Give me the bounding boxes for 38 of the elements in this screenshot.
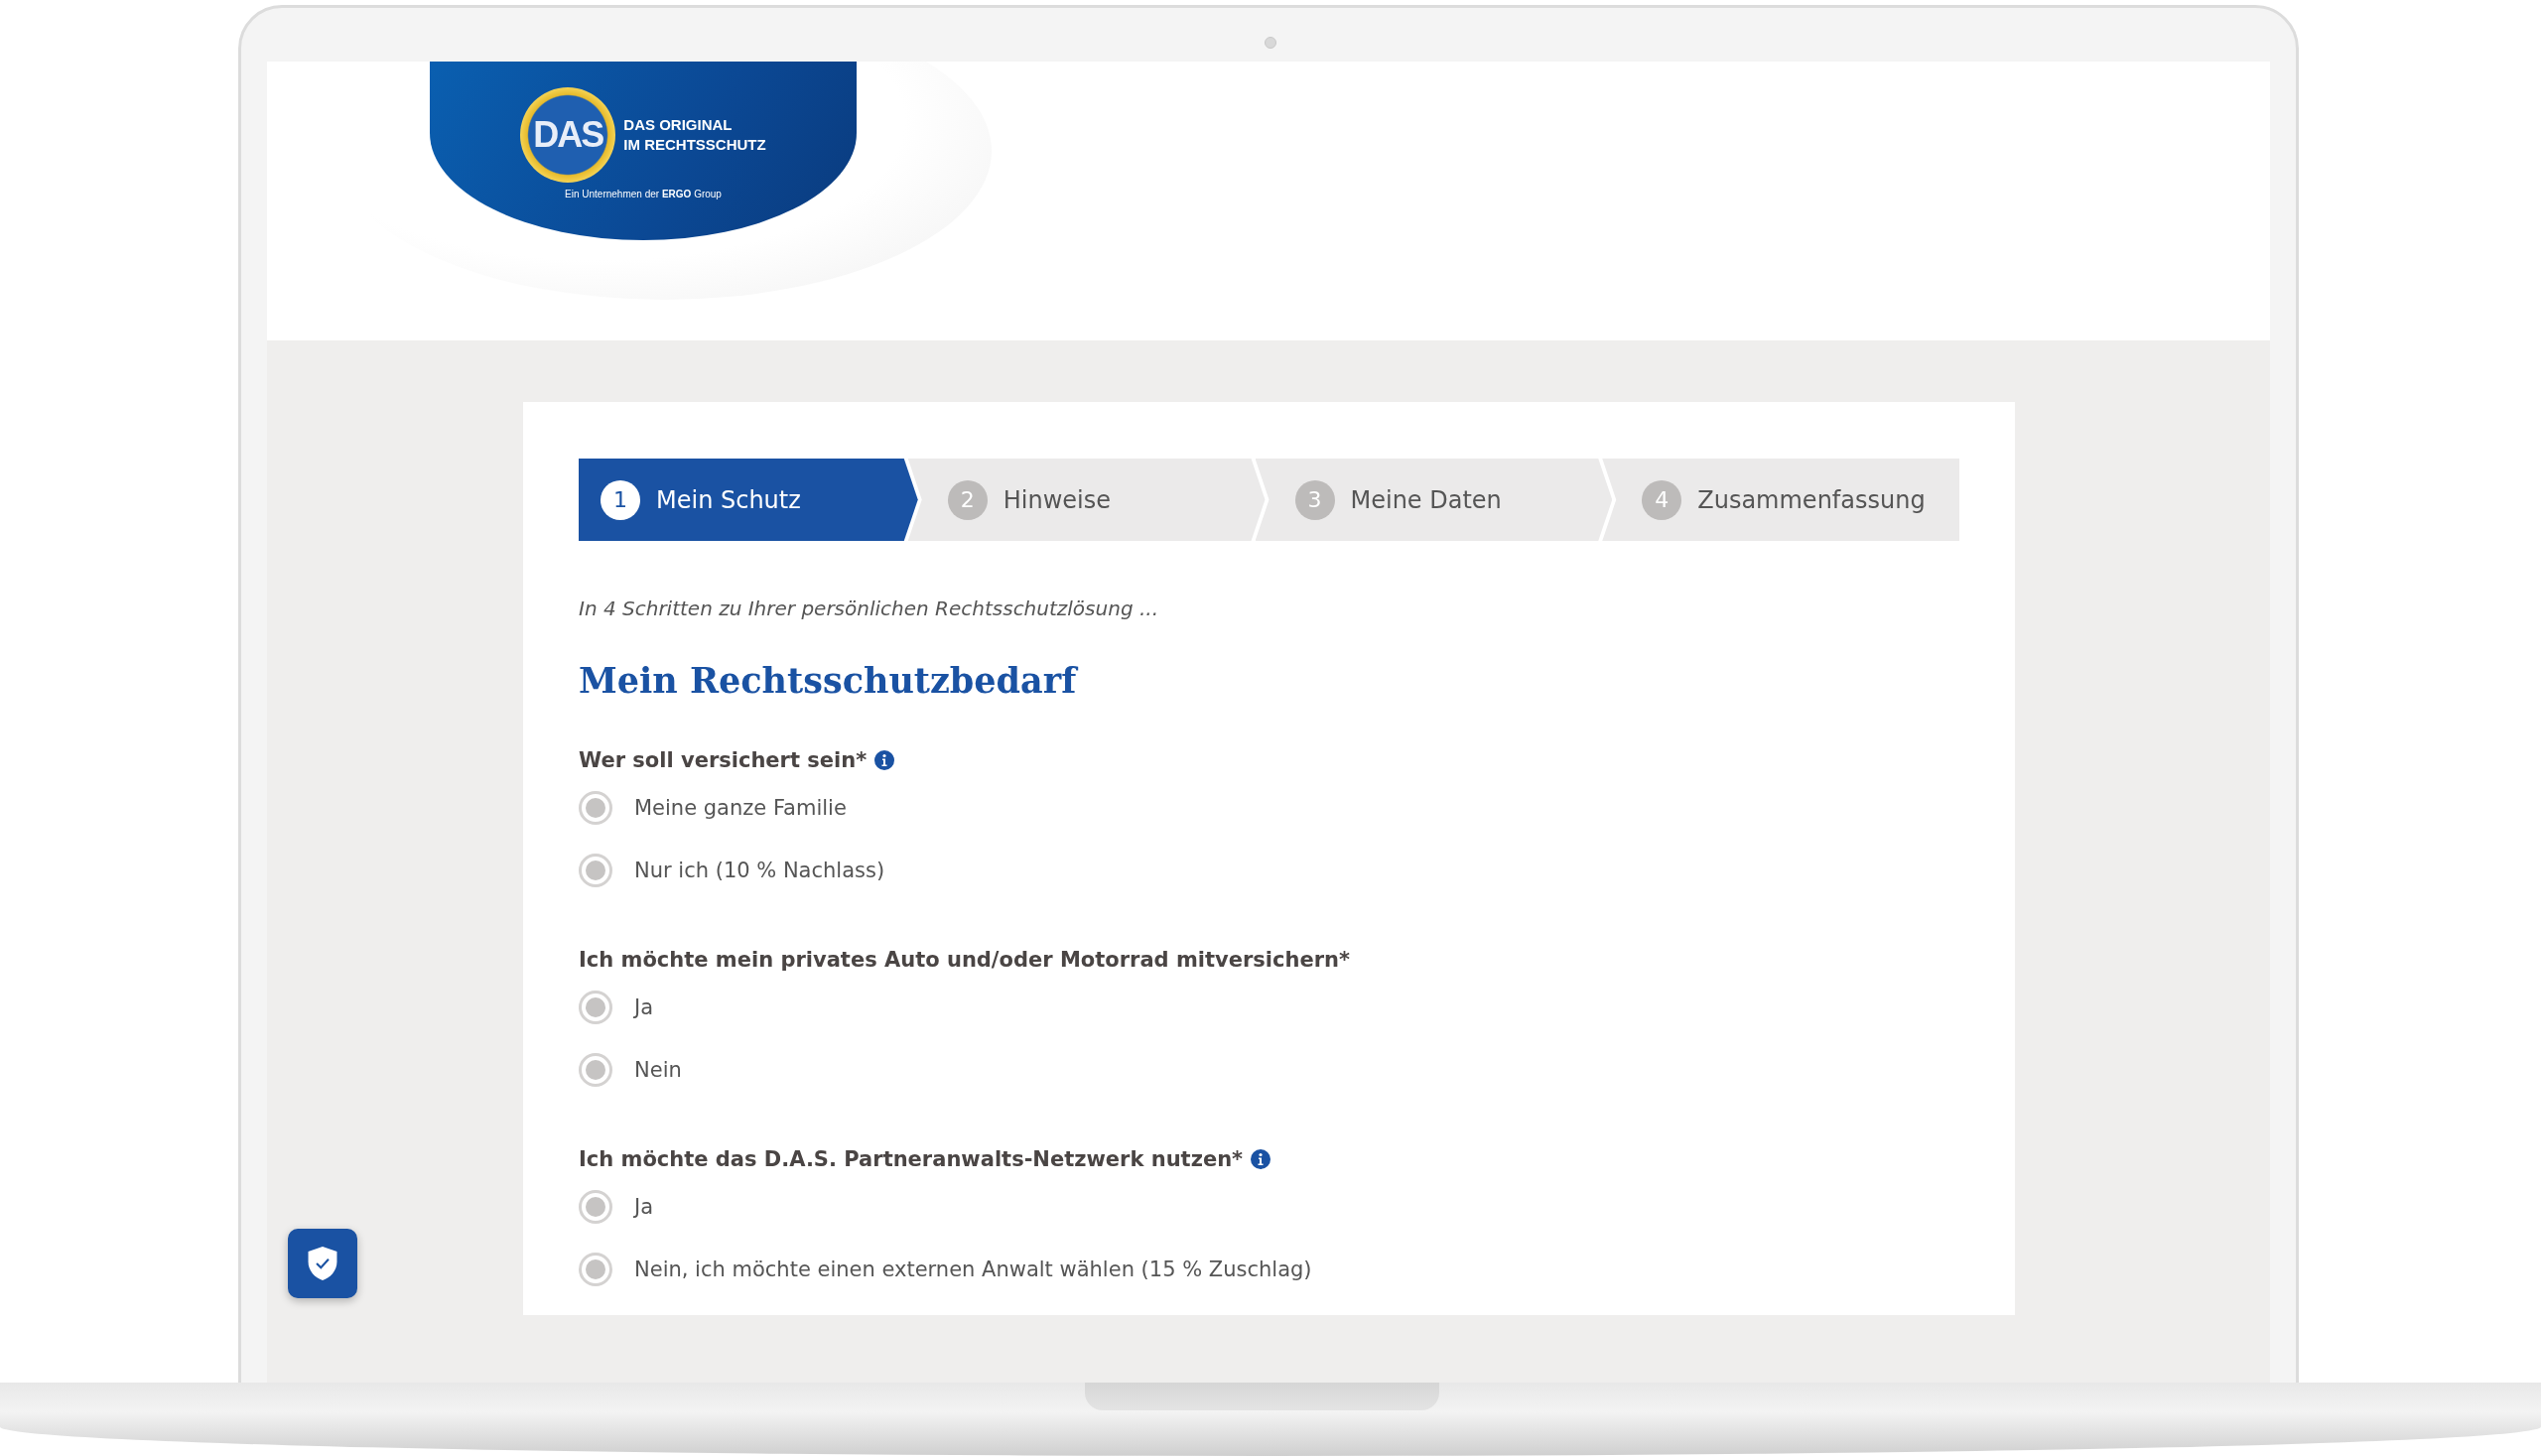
- step-tab[interactable]: 1 Mein Schutz: [579, 459, 918, 541]
- radio-button[interactable]: [579, 991, 612, 1024]
- step-number: 3: [1294, 479, 1335, 520]
- question-label: Ich möchte mein privates Auto und/oder Motorrad mitversichern*: [579, 948, 1350, 972]
- step-number: 1: [601, 479, 640, 520]
- step-label: Mein Schutz: [656, 485, 801, 514]
- radio-button[interactable]: [579, 791, 612, 825]
- step-tab[interactable]: 3 Meine Daten: [1255, 459, 1613, 541]
- step-label: Hinweise: [1003, 485, 1111, 514]
- intro-text: In 4 Schritten zu Ihrer persönlichen Rechtsschutzlösung ...: [579, 596, 1159, 620]
- option-label: Nur ich (10 % Nachlass): [634, 859, 885, 882]
- step-number: 2: [947, 479, 988, 520]
- radio-button[interactable]: [579, 1253, 612, 1286]
- radio-button[interactable]: [579, 1053, 612, 1087]
- camera-icon: [1265, 37, 1276, 49]
- question-label: Ich möchte das D.A.S. Partneranwalts-Netzwerk nutzen*: [579, 1147, 1244, 1171]
- shield-check-icon: [306, 1245, 339, 1282]
- logo-seal: DAS: [520, 87, 616, 183]
- radio-button[interactable]: [579, 1190, 612, 1224]
- logo-tagline: Ein Unternehmen der ERGO Group: [565, 189, 722, 199]
- step-label: Meine Daten: [1350, 485, 1502, 514]
- info-icon[interactable]: [874, 750, 895, 770]
- radio-button[interactable]: [579, 854, 612, 887]
- step-label: Zusammenfassung: [1697, 485, 1926, 514]
- step-number: 4: [1642, 479, 1682, 520]
- option-label: Ja: [634, 1195, 654, 1219]
- option-label: Nein, ich möchte einen externen Anwalt wählen (15 % Zuschlag): [634, 1257, 1312, 1281]
- shield-button[interactable]: [288, 1229, 357, 1298]
- logo-text: IM RECHTSSCHUTZ: [623, 135, 766, 155]
- step-tab[interactable]: 4 Zusammenfassung: [1602, 459, 1959, 541]
- option-label: Meine ganze Familie: [634, 796, 847, 820]
- step-tab[interactable]: 2 Hinweise: [907, 459, 1266, 541]
- option-label: Ja: [634, 995, 654, 1019]
- question-label: Wer soll versichert sein*: [579, 748, 868, 772]
- logo-text: DAS ORIGINAL: [623, 115, 734, 135]
- section-heading: Mein Rechtsschutzbedarf: [579, 660, 1080, 701]
- info-icon[interactable]: [1251, 1149, 1271, 1169]
- option-label: Nein: [634, 1058, 682, 1082]
